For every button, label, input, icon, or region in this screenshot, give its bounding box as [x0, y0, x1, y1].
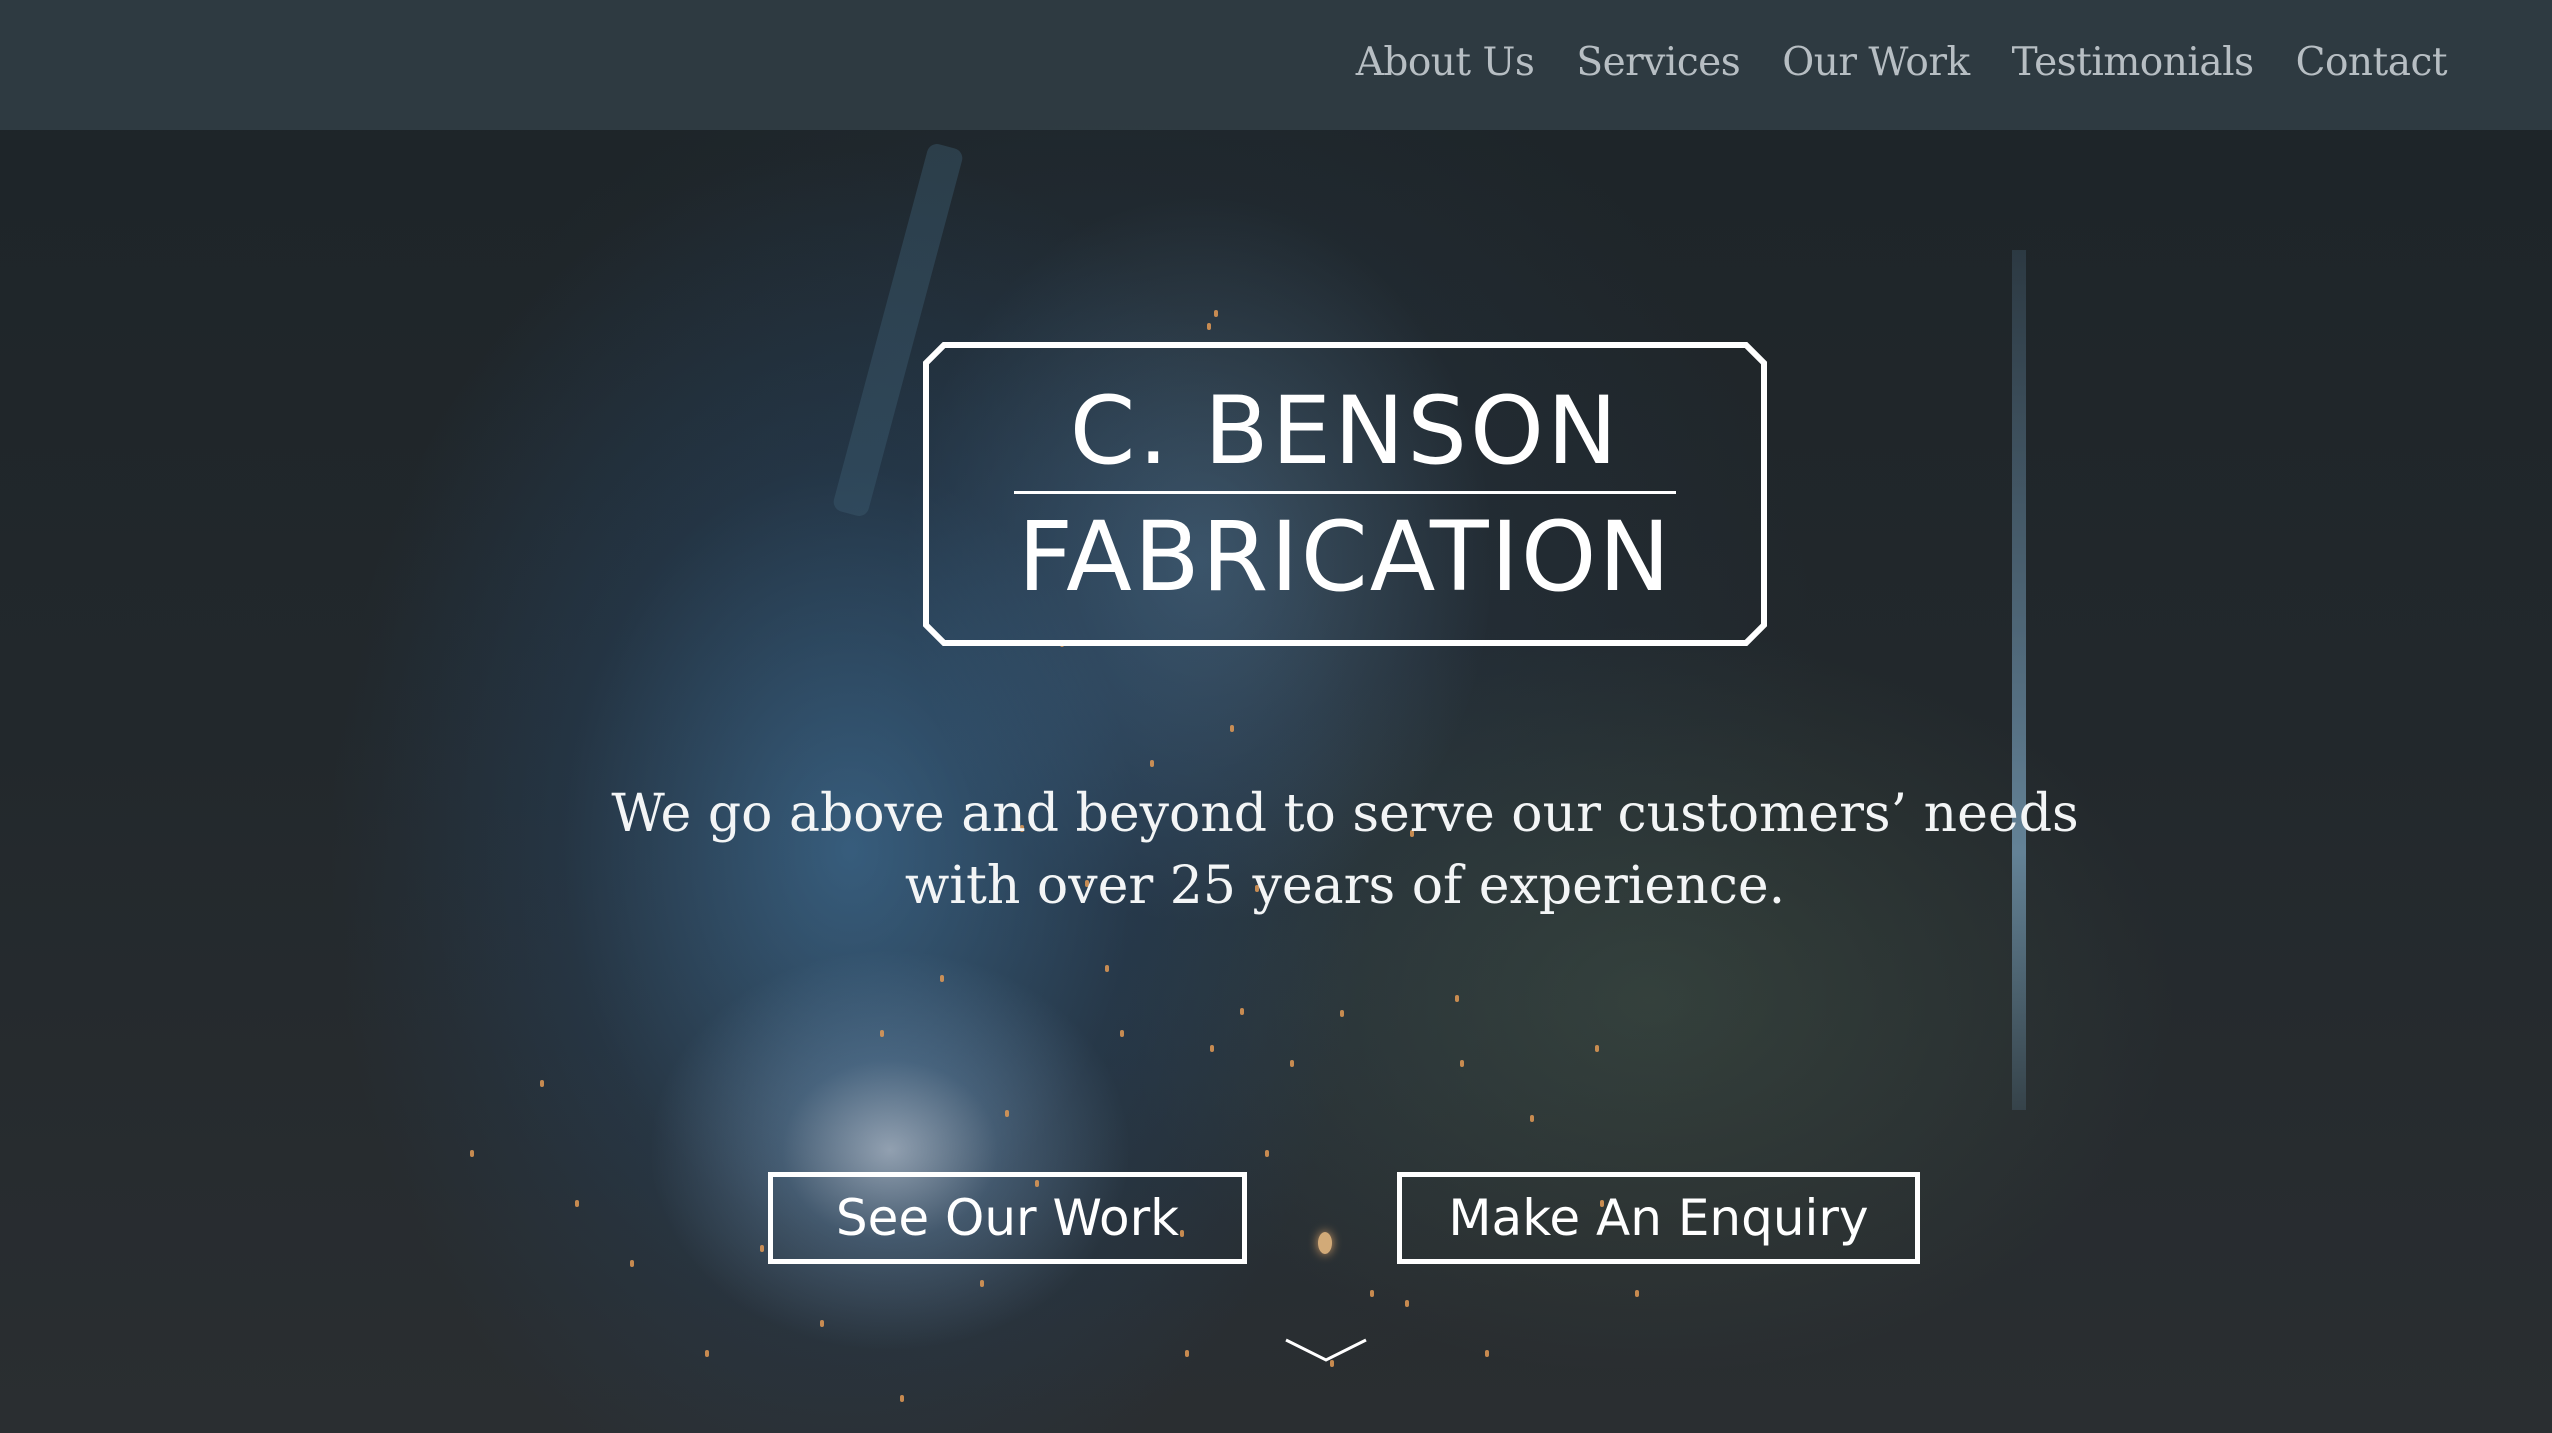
company-logo: C. BENSON FABRICATION	[922, 341, 1768, 647]
spark	[760, 1245, 764, 1252]
spark	[705, 1350, 709, 1357]
spark	[1340, 1010, 1344, 1017]
spark	[1370, 1290, 1374, 1297]
spark	[1105, 965, 1109, 972]
spark	[900, 1395, 904, 1402]
main-nav: About Us Services Our Work Testimonials …	[1356, 40, 2448, 85]
spark	[1635, 1290, 1639, 1297]
spark	[1405, 1300, 1409, 1307]
spark	[1265, 1150, 1269, 1157]
logo-name-line: C. BENSON	[1069, 377, 1621, 486]
logo-trade-line: FABRICATION	[1017, 501, 1673, 613]
nav-our-work[interactable]: Our Work	[1782, 40, 1970, 85]
spark	[1214, 310, 1218, 317]
spark	[1185, 1350, 1189, 1357]
landing-page: About Us Services Our Work Testimonials …	[0, 0, 2552, 1433]
spark	[1210, 1045, 1214, 1052]
spark	[1460, 1060, 1464, 1067]
spark	[820, 1320, 824, 1327]
spark	[1120, 1030, 1124, 1037]
spark	[630, 1260, 634, 1267]
nav-contact[interactable]: Contact	[2296, 40, 2448, 85]
spark	[1595, 1045, 1599, 1052]
spark	[1005, 1110, 1009, 1117]
chevron-down-icon[interactable]	[1283, 1336, 1369, 1366]
make-an-enquiry-button[interactable]: Make An Enquiry	[1397, 1172, 1920, 1264]
spark	[540, 1080, 544, 1087]
spark	[1290, 1060, 1294, 1067]
nav-services[interactable]: Services	[1576, 40, 1740, 85]
see-our-work-button[interactable]: See Our Work	[768, 1172, 1247, 1264]
tagline-line-1: We go above and beyond to serve our cust…	[611, 784, 2079, 844]
spark	[1240, 1008, 1244, 1015]
logo-divider	[1014, 491, 1676, 494]
spark	[575, 1200, 579, 1207]
spark	[1485, 1350, 1489, 1357]
light-beam-shape	[2012, 250, 2026, 1110]
spark	[1455, 995, 1459, 1002]
top-navigation-bar: About Us Services Our Work Testimonials …	[0, 0, 2552, 130]
spark	[1230, 725, 1234, 732]
spark	[940, 975, 944, 982]
spark	[1530, 1115, 1534, 1122]
spark	[470, 1150, 474, 1157]
tagline-line-2: with over 25 years of experience.	[904, 856, 1786, 916]
spark	[1318, 1232, 1332, 1254]
spark	[980, 1280, 984, 1287]
hero-tagline: We go above and beyond to serve our cust…	[600, 778, 2090, 922]
nav-testimonials[interactable]: Testimonials	[2012, 40, 2255, 85]
spark	[1150, 760, 1154, 767]
nav-about-us[interactable]: About Us	[1356, 40, 1535, 85]
spark	[880, 1030, 884, 1037]
spark	[1207, 323, 1211, 330]
hero-background-image	[0, 0, 2552, 1433]
